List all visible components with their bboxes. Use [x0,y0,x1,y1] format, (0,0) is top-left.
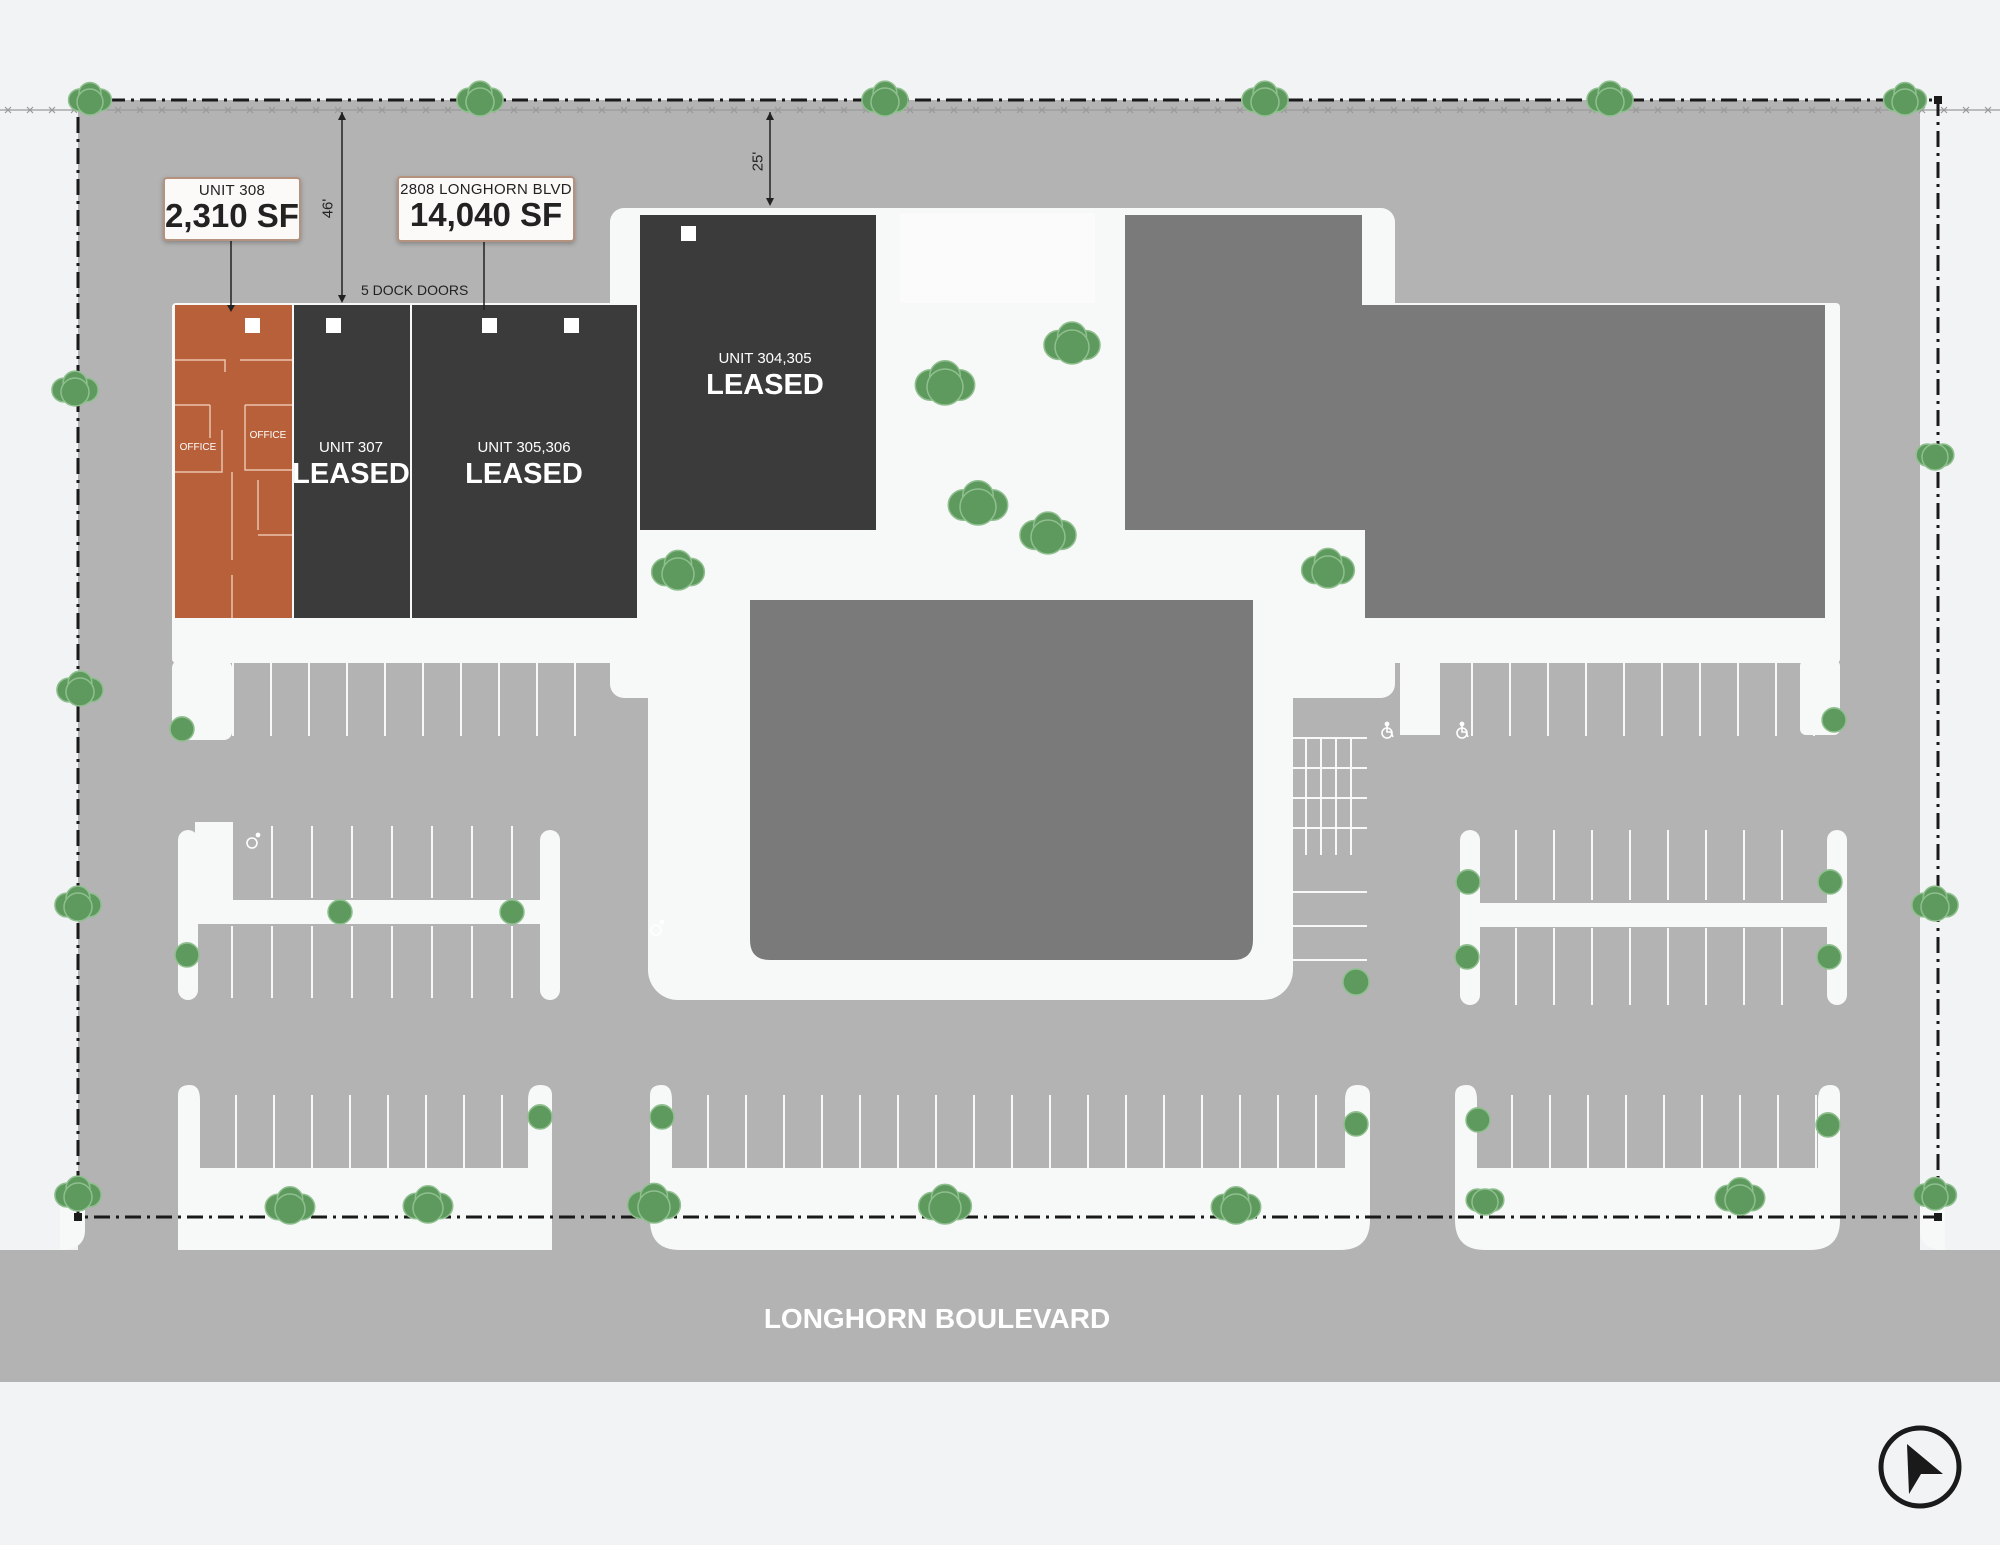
unit-name-label: UNIT 307 [319,439,383,456]
dock-doors-label: 5 DOCK DOORS [361,282,469,298]
setback-dimension-25: 25' [749,151,767,172]
tree-icon [174,942,200,968]
unit-status-label: LEASED [292,458,410,490]
unit-name-label: UNIT 305,306 [477,439,570,456]
tree-icon [327,899,353,925]
unit-308[interactable] [175,305,292,618]
unit-308-callout[interactable]: UNIT 308 2,310 SF [163,177,301,241]
tree-icon [1342,968,1370,996]
setback-dimension-46: 46' [319,198,337,219]
tree-icon [1343,1111,1369,1137]
tree-icon [499,899,525,925]
tree-icon [1815,1112,1841,1138]
tree-icon [1821,707,1847,733]
room-label-office: OFFICE [250,430,287,441]
unit-status-label: LEASED [706,369,824,401]
unit-name-label: UNIT 304,305 [718,350,811,367]
unit-308-callout-area: 2,310 SF [165,197,299,234]
tree-icon [1817,869,1843,895]
tree-icon [1455,869,1481,895]
road-label: LONGHORN BOULEVARD [764,1303,1110,1334]
tree-icon [1465,1107,1491,1133]
tree-icon [169,716,195,742]
building-callout[interactable]: 2808 LONGHORN BLVD 14,040 SF [397,176,575,242]
tree-icon [1816,944,1842,970]
north-arrow-icon[interactable] [1877,1424,1963,1510]
tree-icon [527,1104,553,1130]
tree-icon [649,1104,675,1130]
room-label-office: OFFICE [180,442,217,453]
building-callout-area: 14,040 SF [409,196,563,233]
center-building [750,600,1253,960]
tree-icon [1454,944,1480,970]
unit-status-label: LEASED [465,458,583,490]
